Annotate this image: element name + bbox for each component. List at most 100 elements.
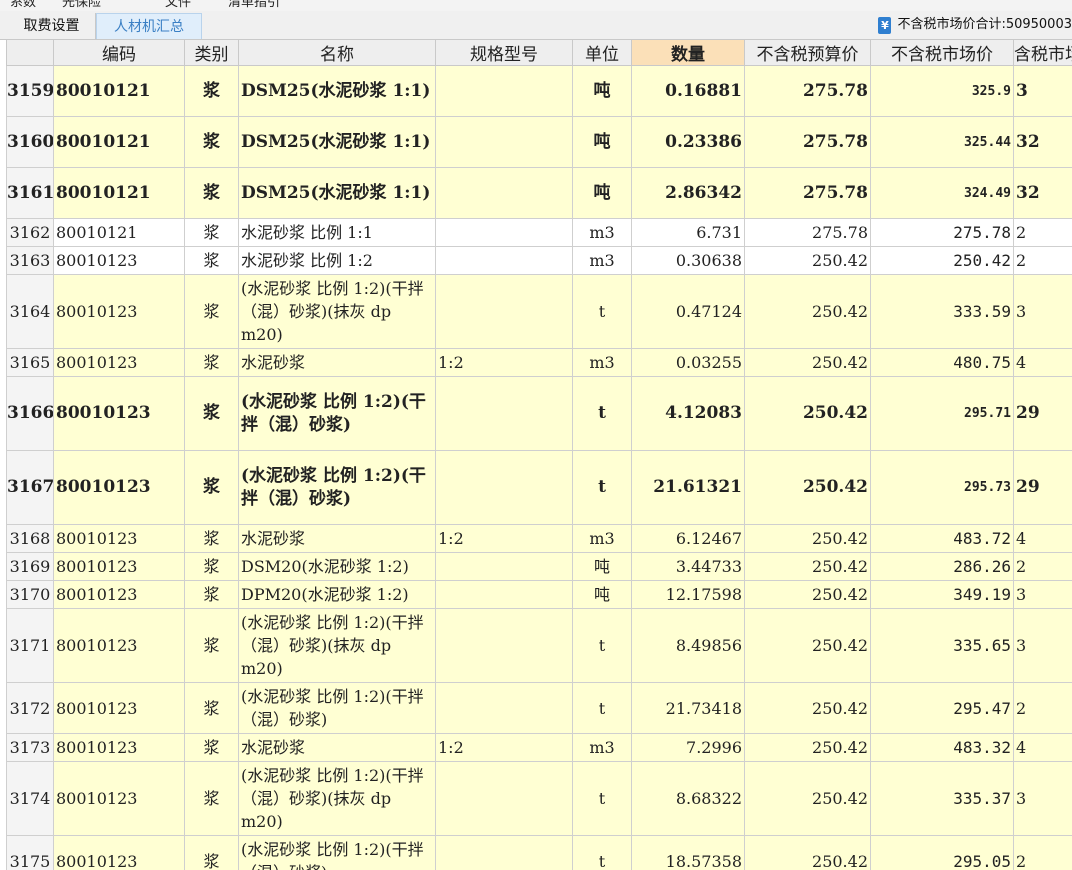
budget-price-cell[interactable]: 275.78 <box>744 65 871 117</box>
quantity-cell[interactable]: 0.16881 <box>631 65 745 117</box>
quantity-cell[interactable]: 6.731 <box>631 218 745 247</box>
quantity-cell[interactable]: 0.47124 <box>631 274 745 349</box>
code-cell[interactable]: 80010123 <box>53 246 185 275</box>
tax-market-price-cell[interactable]: 29 <box>1013 450 1072 525</box>
code-cell[interactable]: 80010123 <box>53 376 185 451</box>
row-index-cell[interactable]: 3175 <box>6 835 54 870</box>
type-cell[interactable]: 浆 <box>184 167 239 219</box>
name-cell[interactable]: 水泥砂浆 <box>238 524 436 553</box>
code-cell[interactable]: 80010123 <box>53 274 185 349</box>
quantity-cell[interactable]: 8.49856 <box>631 608 745 683</box>
spec-cell[interactable] <box>435 218 573 247</box>
quantity-cell[interactable]: 18.57358 <box>631 835 745 870</box>
name-cell[interactable]: 水泥砂浆 <box>238 348 436 377</box>
table-row[interactable]: 317580010123浆(水泥砂浆 比例 1:2)(干拌（混）砂浆) t18.5… <box>6 835 1072 870</box>
market-price-cell[interactable]: 295.71 <box>870 376 1014 451</box>
table-row[interactable]: 3161 80010121 浆 DSM25(水泥砂浆 1:1) 吨 2.86342 275.… <box>6 167 1072 219</box>
row-index-cell[interactable]: 3166 <box>6 376 54 451</box>
tab-fee-settings[interactable]: 取费设置 <box>8 13 96 39</box>
tax-market-price-cell[interactable]: 2 <box>1013 682 1072 734</box>
menu-item-0[interactable]: 系数 <box>10 0 36 10</box>
name-cell[interactable]: (水泥砂浆 比例 1:2)(干拌（混）砂浆) <box>238 450 436 525</box>
tax-market-price-cell[interactable]: 3 <box>1013 761 1072 836</box>
market-price-cell[interactable]: 335.37 <box>870 761 1014 836</box>
type-cell[interactable]: 浆 <box>184 835 239 870</box>
row-index-cell[interactable]: 3162 <box>6 218 54 247</box>
quantity-cell[interactable]: 2.86342 <box>631 167 745 219</box>
table-row[interactable]: 3167 80010123 浆 (水泥砂浆 比例 1:2)(干拌（混）砂浆) t 21.6… <box>6 450 1072 525</box>
table-row[interactable]: 3168 80010123 浆水泥砂浆 1:2 m3 6.12467 250.42 483.7… <box>6 524 1072 553</box>
budget-price-cell[interactable]: 250.42 <box>744 246 871 275</box>
table-row[interactable]: 3164 80010123 浆 (水泥砂浆 比例 1:2)(干拌（混）砂浆)(抹灰 d… <box>6 274 1072 349</box>
name-cell[interactable]: DSM25(水泥砂浆 1:1) <box>238 116 436 168</box>
tax-market-price-cell[interactable]: 2 <box>1013 552 1072 581</box>
row-index-cell[interactable]: 3161 <box>6 167 54 219</box>
table-row[interactable]: 3166 80010123 浆 (水泥砂浆 比例 1:2)(干拌（混）砂浆) t 4.12… <box>6 376 1072 451</box>
unit-cell[interactable]: t <box>572 608 632 683</box>
budget-price-cell[interactable]: 275.78 <box>744 218 871 247</box>
type-cell[interactable]: 浆 <box>184 274 239 349</box>
table-row[interactable]: 3174 80010123 浆 (水泥砂浆 比例 1:2)(干拌（混）砂浆)(抹灰 d… <box>6 761 1072 836</box>
market-price-cell[interactable]: 483.32 <box>870 733 1014 762</box>
tax-market-price-cell[interactable]: 3 <box>1013 580 1072 609</box>
quantity-cell[interactable]: 0.03255 <box>631 348 745 377</box>
budget-price-cell[interactable]: 250.42 <box>744 348 871 377</box>
tax-market-price-cell[interactable]: 4 <box>1013 733 1072 762</box>
code-cell[interactable]: 80010123 <box>53 761 185 836</box>
quantity-cell[interactable]: 3.44733 <box>631 552 745 581</box>
budget-price-cell[interactable]: 250.42 <box>744 733 871 762</box>
name-cell[interactable]: (水泥砂浆 比例 1:2)(干拌（混）砂浆) <box>238 376 436 451</box>
budget-price-cell[interactable]: 250.42 <box>744 274 871 349</box>
unit-cell[interactable]: 吨 <box>572 65 632 117</box>
budget-price-cell[interactable]: 275.78 <box>744 167 871 219</box>
tax-market-price-cell[interactable]: 3 <box>1013 608 1072 683</box>
market-price-cell[interactable]: 324.49 <box>870 167 1014 219</box>
tax-market-price-cell[interactable]: 32 <box>1013 167 1072 219</box>
row-index-cell[interactable]: 3170 <box>6 580 54 609</box>
unit-cell[interactable]: m3 <box>572 218 632 247</box>
unit-cell[interactable]: 吨 <box>572 552 632 581</box>
type-cell[interactable]: 浆 <box>184 218 239 247</box>
budget-price-cell[interactable]: 250.42 <box>744 835 871 870</box>
tax-market-price-cell[interactable]: 4 <box>1013 524 1072 553</box>
spec-cell[interactable] <box>435 376 573 451</box>
code-cell[interactable]: 80010123 <box>53 348 185 377</box>
type-cell[interactable]: 浆 <box>184 761 239 836</box>
tax-market-price-cell[interactable]: 3 <box>1013 274 1072 349</box>
quantity-cell[interactable]: 8.68322 <box>631 761 745 836</box>
name-cell[interactable]: DSM20(水泥砂浆 1:2) <box>238 552 436 581</box>
spec-cell[interactable] <box>435 552 573 581</box>
menu-item-2[interactable]: 文件 <box>165 0 191 10</box>
unit-cell[interactable]: t <box>572 682 632 734</box>
spec-cell[interactable] <box>435 116 573 168</box>
type-cell[interactable]: 浆 <box>184 733 239 762</box>
spec-cell[interactable] <box>435 246 573 275</box>
unit-cell[interactable]: 吨 <box>572 580 632 609</box>
code-cell[interactable]: 80010123 <box>53 733 185 762</box>
unit-cell[interactable]: t <box>572 274 632 349</box>
market-price-cell[interactable]: 335.65 <box>870 608 1014 683</box>
budget-price-cell[interactable]: 250.42 <box>744 682 871 734</box>
code-cell[interactable]: 80010121 <box>53 116 185 168</box>
spec-cell[interactable]: 1:2 <box>435 733 573 762</box>
quantity-cell[interactable]: 0.30638 <box>631 246 745 275</box>
tax-market-price-cell[interactable]: 2 <box>1013 246 1072 275</box>
spec-cell[interactable]: 1:2 <box>435 524 573 553</box>
market-price-cell[interactable]: 333.59 <box>870 274 1014 349</box>
table-row[interactable]: 3172 80010123 浆 (水泥砂浆 比例 1:2)(干拌（混）砂浆) t 21.7… <box>6 682 1072 734</box>
type-cell[interactable]: 浆 <box>184 450 239 525</box>
header-code[interactable]: 编码 <box>53 39 185 66</box>
menu-item-3[interactable]: 清单指引 <box>228 0 280 10</box>
unit-cell[interactable]: m3 <box>572 246 632 275</box>
row-index-cell[interactable]: 3173 <box>6 733 54 762</box>
name-cell[interactable]: DPM20(水泥砂浆 1:2) <box>238 580 436 609</box>
quantity-cell[interactable]: 21.73418 <box>631 682 745 734</box>
spec-cell[interactable] <box>435 682 573 734</box>
quantity-cell[interactable]: 21.61321 <box>631 450 745 525</box>
budget-price-cell[interactable]: 275.78 <box>744 116 871 168</box>
name-cell[interactable]: 水泥砂浆 比例 1:1 <box>238 218 436 247</box>
row-index-cell[interactable]: 3172 <box>6 682 54 734</box>
table-row[interactable]: 3159 80010121 浆 DSM25(水泥砂浆 1:1) 吨 0.16881 275.… <box>6 65 1072 117</box>
budget-price-cell[interactable]: 250.42 <box>744 552 871 581</box>
budget-price-cell[interactable]: 250.42 <box>744 580 871 609</box>
